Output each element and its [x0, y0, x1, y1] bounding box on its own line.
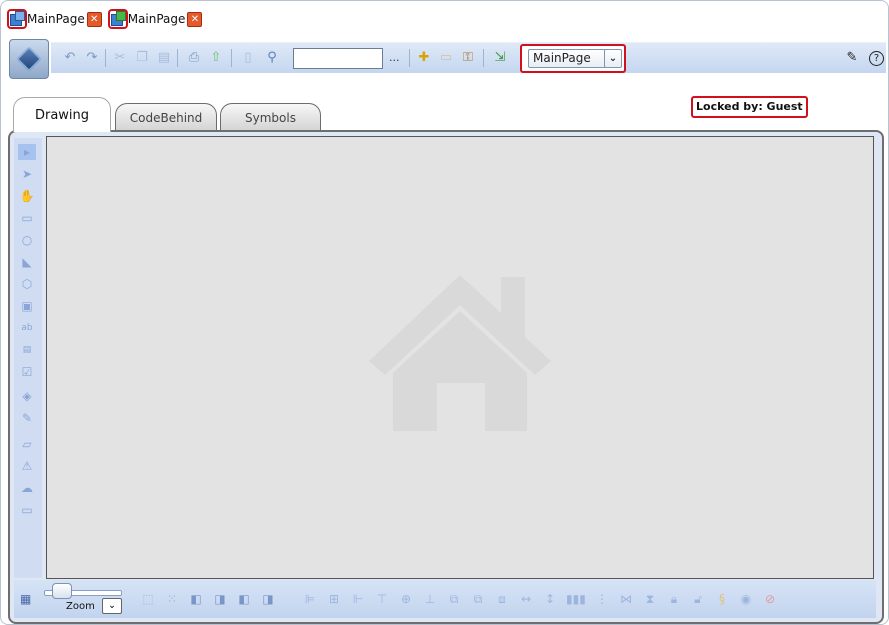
unlock-icon[interactable]: 🔓︎: [690, 591, 706, 607]
drawing-tools-palette: ▸ ➤ ✋ ▭ ○ ◣ ⬡ ▣ ab ▤ ☑ ◈ ✎ ▱ ⚠ ☁ ▭: [14, 138, 42, 578]
pointer-icon[interactable]: ➤: [18, 166, 36, 182]
window-icon[interactable]: ▭: [18, 502, 36, 518]
document-tabs: MainPage ✕ MainPage ✕: [7, 8, 203, 30]
align-right-icon[interactable]: ⊩: [350, 591, 366, 607]
home-icon: [369, 275, 551, 431]
space-horizontal-icon[interactable]: ↔: [518, 591, 534, 607]
upload-icon[interactable]: ⇧: [207, 49, 225, 67]
page-select[interactable]: MainPage ⌄: [520, 44, 626, 73]
page-select-value[interactable]: MainPage: [528, 49, 606, 68]
rectangle-icon[interactable]: ▭: [18, 210, 36, 226]
textbox-tool-icon[interactable]: ▤: [18, 342, 36, 358]
page-run-icon[interactable]: [107, 9, 128, 29]
cut-icon[interactable]: ✂: [111, 49, 129, 67]
link-icon[interactable]: §: [714, 591, 730, 607]
warning-icon[interactable]: ⚠: [18, 458, 36, 474]
undo-icon[interactable]: ↶: [61, 49, 79, 67]
print-icon[interactable]: ⎙: [185, 49, 203, 67]
zoom-search-icon[interactable]: ⚲: [263, 49, 281, 67]
close-icon[interactable]: ✕: [86, 11, 102, 27]
group-icon[interactable]: ⬚: [140, 591, 156, 607]
add-icon[interactable]: ✚: [415, 49, 433, 67]
folder-icon[interactable]: ▱: [18, 436, 36, 452]
drawing-workspace: ▸ ➤ ✋ ▭ ○ ◣ ⬡ ▣ ab ▤ ☑ ◈ ✎ ▱ ⚠ ☁ ▭ ▦ Zoo…: [8, 130, 884, 624]
export-icon[interactable]: ⇲: [491, 49, 509, 67]
toolbar-separator: [231, 49, 232, 67]
flip-vertical-icon[interactable]: ⧗: [642, 591, 658, 607]
zoom-slider-thumb[interactable]: [52, 583, 72, 599]
close-icon[interactable]: ✕: [187, 11, 203, 27]
select-tool-icon[interactable]: ▸: [18, 144, 36, 160]
lock-status: Locked by: Guest: [691, 96, 808, 118]
ungroup-icon[interactable]: ⁙: [164, 591, 180, 607]
send-backward-icon[interactable]: ◨: [260, 591, 276, 607]
flip-horizontal-icon[interactable]: ⋈: [618, 591, 634, 607]
layers-icon[interactable]: ◈: [18, 388, 36, 404]
page-search-icon[interactable]: ▯: [239, 49, 257, 67]
edit-note-icon[interactable]: ✎: [843, 49, 861, 67]
bring-forward-icon[interactable]: ◧: [236, 591, 252, 607]
toolbar-strip: ↶ ↷ ✂ ❐ ▤ ⎙ ⇧ ▯ ⚲ ... ✚ ▭ ⚿ ⇲ MainPage ⌄…: [51, 42, 886, 73]
align-center-icon[interactable]: ⊞: [326, 591, 342, 607]
page-icon[interactable]: [7, 9, 27, 29]
cloud-icon[interactable]: ☁: [18, 480, 36, 496]
copy-icon[interactable]: ❐: [133, 49, 151, 67]
distribute-icon[interactable]: ▮▮▮: [566, 591, 586, 607]
align-middle-icon[interactable]: ⊕: [398, 591, 414, 607]
align-bottom-icon[interactable]: ⊥: [422, 591, 438, 607]
same-size-icon[interactable]: ⧉: [446, 591, 462, 607]
align-top-icon[interactable]: ⊤: [374, 591, 390, 607]
search-input[interactable]: [293, 48, 383, 69]
toolbar-separator: [105, 49, 106, 67]
chevron-down-icon[interactable]: ⌄: [604, 49, 622, 68]
cube-icon: [16, 46, 42, 72]
align-left-icon[interactable]: ⊫: [302, 591, 318, 607]
visibility-icon[interactable]: ◉: [738, 591, 754, 607]
chevron-down-icon[interactable]: ⌄: [102, 598, 122, 614]
toolbar-separator: [483, 49, 484, 67]
document-tab-1[interactable]: MainPage ✕: [7, 9, 102, 29]
tab-codebehind[interactable]: CodeBehind: [115, 103, 217, 132]
paste-icon[interactable]: ▤: [155, 49, 173, 67]
shape-icon[interactable]: ◣: [18, 254, 36, 270]
hand-icon[interactable]: ✋: [18, 188, 36, 204]
document-tab-label: MainPage: [27, 12, 85, 26]
ellipse-icon[interactable]: ○: [18, 232, 36, 248]
label-tool-icon[interactable]: ab: [18, 320, 36, 336]
browse-button[interactable]: ...: [389, 51, 400, 64]
document-tab-label: MainPage: [127, 12, 186, 26]
app-window: MainPage ✕ MainPage ✕ ↶ ↷ ✂ ❐ ▤ ⎙ ⇧ ▯ ⚲ …: [0, 0, 889, 625]
bottom-toolbar: ▦ Zoom ⌄ ⬚ ⁙ ◧ ◨ ◧ ◨ ⊫ ⊞ ⊩ ⊤ ⊕ ⊥ ⧉ ⧉ ⧈ ↔…: [14, 580, 876, 618]
hide-icon[interactable]: ⊘: [762, 591, 778, 607]
document-tab-2[interactable]: MainPage ✕: [107, 9, 203, 29]
polygon-icon[interactable]: ⬡: [18, 276, 36, 292]
key-icon[interactable]: ⚿: [459, 49, 477, 67]
bottom-separator: ⋮: [596, 592, 608, 606]
checkbox-tool-icon[interactable]: ☑: [18, 364, 36, 380]
toolbar-separator: [177, 49, 178, 67]
zoom-label: Zoom: [66, 601, 95, 612]
same-height-icon[interactable]: ⧈: [494, 591, 510, 607]
drawing-canvas[interactable]: [46, 136, 874, 579]
send-back-icon[interactable]: ◨: [212, 591, 228, 607]
lock-icon[interactable]: 🔒︎: [666, 591, 682, 607]
bring-front-icon[interactable]: ◧: [188, 591, 204, 607]
tab-symbols[interactable]: Symbols: [220, 103, 321, 132]
tab-drawing[interactable]: Drawing: [13, 97, 111, 132]
app-logo[interactable]: [9, 39, 49, 79]
toolbar-separator: [409, 49, 410, 67]
button-tool-icon[interactable]: ▣: [18, 298, 36, 314]
main-toolbar: ↶ ↷ ✂ ❐ ▤ ⎙ ⇧ ▯ ⚲ ... ✚ ▭ ⚿ ⇲ MainPage ⌄…: [7, 39, 886, 79]
same-width-icon[interactable]: ⧉: [470, 591, 486, 607]
help-icon[interactable]: ?: [869, 51, 884, 66]
note-icon[interactable]: ▭: [437, 49, 455, 67]
edit-icon[interactable]: ✎: [18, 410, 36, 426]
redo-icon[interactable]: ↷: [83, 49, 101, 67]
space-vertical-icon[interactable]: ↕: [542, 591, 558, 607]
grid-icon[interactable]: ▦: [20, 592, 34, 606]
